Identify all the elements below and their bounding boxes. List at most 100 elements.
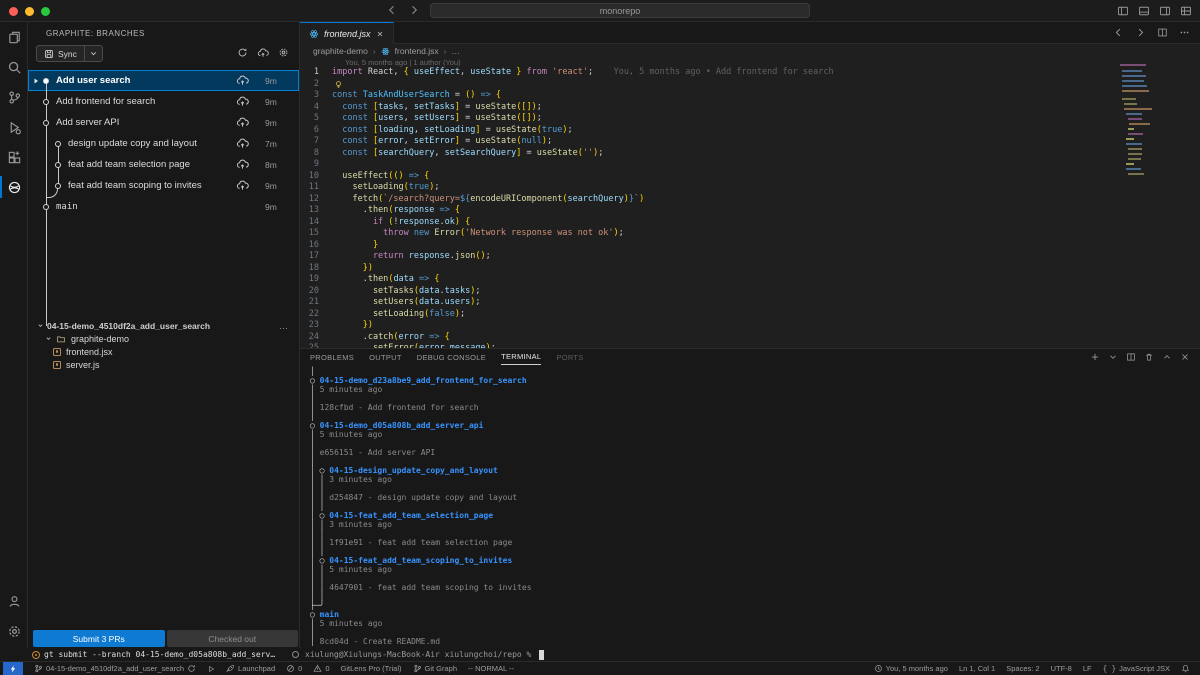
terminal-output[interactable]: │◯ 04-15-demo_d23a8be9_add_frontend_for_… <box>310 367 532 646</box>
terminal-dropdown-icon[interactable] <box>1108 352 1118 362</box>
more-actions-icon[interactable] <box>1179 27 1190 38</box>
terminal-line: │ 5 minutes ago <box>310 385 532 394</box>
minimize-window-button[interactable] <box>25 7 34 16</box>
cloud-upload-icon[interactable] <box>236 137 249 150</box>
editor-forward-icon[interactable] <box>1135 27 1146 38</box>
cloud-upload-icon[interactable] <box>236 74 249 87</box>
statusbar-eol[interactable]: LF <box>1083 664 1092 673</box>
branch-row[interactable]: Add user search9m <box>28 70 299 91</box>
more-actions-icon[interactable]: … <box>279 321 289 331</box>
settings-gear-icon[interactable] <box>0 616 28 646</box>
source-control-icon[interactable] <box>0 82 28 112</box>
activity-bar <box>0 22 28 648</box>
panel-tab-ports[interactable]: PORTS <box>556 349 583 365</box>
statusbar-item-label: GitLens Pro (Trial) <box>341 664 402 673</box>
code-line: 1import React, { useEffect, useState } f… <box>300 67 1150 79</box>
commit-dot-icon <box>43 78 49 84</box>
branch-row[interactable]: Add frontend for search9m <box>28 91 299 112</box>
worktree-section-header[interactable]: 04-15-demo_4510df2a_add_user_search … <box>28 319 299 332</box>
code-line: 2 <box>300 79 1150 91</box>
cloud-upload-icon[interactable] <box>236 158 249 171</box>
branch-row[interactable]: feat add team scoping to invites9m <box>28 175 299 196</box>
branch-row[interactable]: feat add team selection page8m <box>28 154 299 175</box>
branch-row[interactable]: main9m <box>28 196 299 217</box>
terminal-line: │ │ 4647901 - feat add team scoping to i… <box>310 583 532 592</box>
graphite-icon[interactable] <box>0 172 28 202</box>
checked-out-button[interactable]: Checked out <box>167 630 299 647</box>
statusbar-encoding[interactable]: UTF-8 <box>1051 664 1072 673</box>
sync-button[interactable]: Sync <box>36 45 103 62</box>
run-and-debug-icon[interactable] <box>0 112 28 142</box>
toggle-secondary-sidebar-icon[interactable] <box>1159 5 1171 17</box>
folder-row[interactable]: graphite-demo <box>28 332 299 345</box>
file-row[interactable]: server.js <box>28 358 299 371</box>
kill-terminal-icon[interactable] <box>1144 352 1154 362</box>
cloud-upload-icon[interactable] <box>236 179 249 192</box>
twistie-icon[interactable] <box>32 77 40 85</box>
tab-frontend-jsx[interactable]: frontend.jsx <box>300 22 394 44</box>
history-forward-icon[interactable] <box>408 4 420 16</box>
breadcrumb-file[interactable]: frontend.jsx <box>395 46 439 56</box>
zoom-window-button[interactable] <box>41 7 50 16</box>
cloud-upload-icon[interactable] <box>257 47 269 59</box>
gear-icon[interactable] <box>278 47 289 59</box>
close-window-button[interactable] <box>9 7 18 16</box>
minimap[interactable] <box>1120 62 1160 192</box>
accounts-icon[interactable] <box>0 586 28 616</box>
statusbar-run-task[interactable] <box>207 665 215 673</box>
history-back-icon[interactable] <box>386 4 398 16</box>
cloud-upload-icon[interactable] <box>236 95 249 108</box>
branch-row[interactable]: Add server API9m <box>28 112 299 133</box>
code-editor[interactable]: You, 5 months ago | 1 author (You) 1impo… <box>300 58 1200 348</box>
toggle-primary-sidebar-icon[interactable] <box>1117 5 1129 17</box>
statusbar-git-graph[interactable]: Git Graph <box>413 664 458 673</box>
code-line: 3const TaskAndUserSearch = () => { <box>300 90 1150 102</box>
statusbar-git-branch[interactable]: 04-15-demo_4510df2a_add_user_search <box>34 664 196 673</box>
panel-tab-debug-console[interactable]: DEBUG CONSOLE <box>417 349 486 365</box>
split-terminal-icon[interactable] <box>1126 352 1136 362</box>
close-panel-icon[interactable] <box>1180 352 1190 362</box>
statusbar-cursor-position[interactable]: Ln 1, Col 1 <box>959 664 995 673</box>
panel-tab-problems[interactable]: PROBLEMS <box>310 349 354 365</box>
explorer-icon[interactable] <box>0 22 28 52</box>
statusbar-gitlens[interactable]: GitLens Pro (Trial) <box>341 664 402 673</box>
lightbulb-icon[interactable] <box>334 80 343 89</box>
split-editor-icon[interactable] <box>1157 27 1168 38</box>
breadcrumb[interactable]: graphite-demo › frontend.jsx › … <box>300 44 1200 58</box>
statusbar-remote[interactable] <box>3 662 23 675</box>
search-icon[interactable] <box>0 52 28 82</box>
customize-layout-icon[interactable] <box>1180 5 1192 17</box>
file-row[interactable]: frontend.jsx <box>28 345 299 358</box>
terminal-prompt[interactable]: xiulung@Xiulungs-MacBook-Air xiulungchoi… <box>292 648 544 661</box>
statusbar-language-mode[interactable]: { }JavaScript JSX <box>1103 664 1170 673</box>
new-terminal-icon[interactable] <box>1090 352 1100 362</box>
statusbar-indentation[interactable]: Spaces: 2 <box>1006 664 1039 673</box>
statusbar-blame[interactable]: You, 5 months ago <box>874 664 948 673</box>
code-line: 15 throw new Error('Network response was… <box>300 228 1150 240</box>
statusbar-problems-warnings[interactable]: 0 <box>313 664 329 673</box>
maximize-panel-icon[interactable] <box>1162 352 1172 362</box>
editor-back-icon[interactable] <box>1113 27 1124 38</box>
bottom-panel: PROBLEMS OUTPUT DEBUG CONSOLE TERMINAL PORTS… <box>300 348 1200 648</box>
sync-button-label: Sync <box>58 49 77 59</box>
statusbar-vim-mode[interactable]: -- NORMAL -- <box>468 664 514 673</box>
breadcrumb-folder[interactable]: graphite-demo <box>313 46 368 56</box>
command-center-search[interactable]: monorepo <box>430 3 810 18</box>
statusbar-problems-errors[interactable]: 0 <box>286 664 302 673</box>
branch-name: Add server API <box>56 117 119 128</box>
rocket-icon <box>226 664 235 673</box>
statusbar-notifications[interactable] <box>1181 664 1190 673</box>
terminal-line: │ │ <box>310 529 532 538</box>
panel-tab-terminal[interactable]: TERMINAL <box>501 349 541 365</box>
breadcrumb-symbol[interactable]: … <box>451 46 460 56</box>
branch-row[interactable]: design update copy and layout7m <box>28 133 299 154</box>
statusbar-launchpad[interactable]: Launchpad <box>226 664 275 673</box>
close-tab-icon[interactable] <box>376 30 384 38</box>
extensions-icon[interactable] <box>0 142 28 172</box>
panel-tab-output[interactable]: OUTPUT <box>369 349 402 365</box>
submit-prs-button[interactable]: Submit 3 PRs <box>33 630 165 647</box>
toggle-panel-icon[interactable] <box>1138 5 1150 17</box>
refresh-icon[interactable] <box>237 47 248 59</box>
cloud-upload-icon[interactable] <box>236 116 249 129</box>
sync-dropdown-icon[interactable] <box>85 49 102 58</box>
